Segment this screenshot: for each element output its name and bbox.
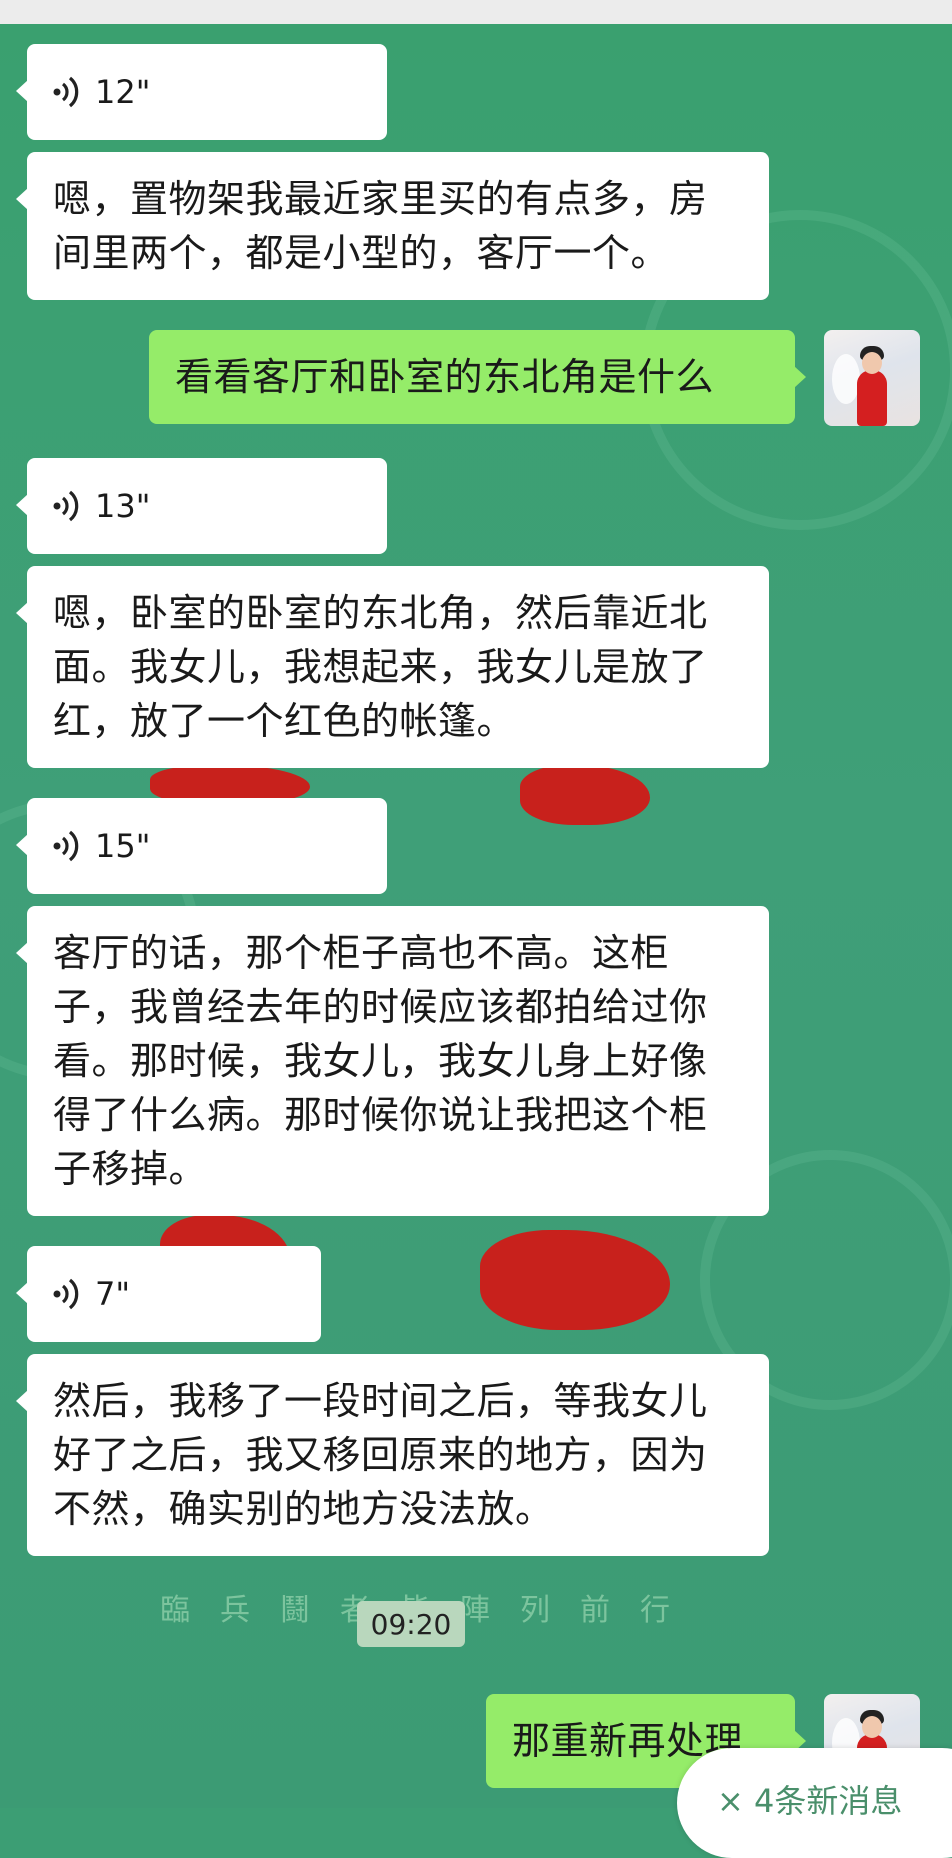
text-message[interactable]: 客厅的话，那个柜子高也不高。这柜子，我曾经去年的时候应该都拍给过你看。那时候，我… [16,906,769,1216]
new-messages-button[interactable]: × 4条新消息 [677,1748,952,1858]
avatar-head [862,1716,882,1738]
voice-icon [53,76,79,108]
voice-message[interactable]: 12" [16,44,387,140]
voice-duration: 15" [95,827,151,865]
voice-duration: 13" [95,487,151,525]
self-avatar[interactable] [824,330,920,426]
voice-message[interactable]: 7" [16,1246,321,1342]
voice-message[interactable]: 13" [16,458,387,554]
text-message[interactable]: 然后，我移了一段时间之后，等我女儿好了之后，我又移回原来的地方，因为不然，确实别… [16,1354,769,1556]
voice-icon [53,490,79,522]
voice-message[interactable]: 15" [16,798,387,894]
avatar-head [862,352,882,374]
top-status-strip [0,0,952,24]
chat-timestamp: 09:20 [357,1601,465,1647]
voice-icon [53,1278,79,1310]
text-message[interactable]: 嗯，卧室的卧室的东北角，然后靠近北面。我女儿，我想起来，我女儿是放了红，放了一个… [16,566,769,768]
sent-text-message[interactable]: 看看客厅和卧室的东北角是什么 [149,330,806,424]
avatar-wing [832,354,860,404]
text-message[interactable]: 嗯，置物架我最近家里买的有点多，房间里两个，都是小型的，客厅一个。 [16,152,769,300]
avatar-figure [857,370,887,426]
voice-duration: 7" [95,1275,131,1313]
voice-duration: 12" [95,73,151,111]
voice-icon [53,830,79,862]
